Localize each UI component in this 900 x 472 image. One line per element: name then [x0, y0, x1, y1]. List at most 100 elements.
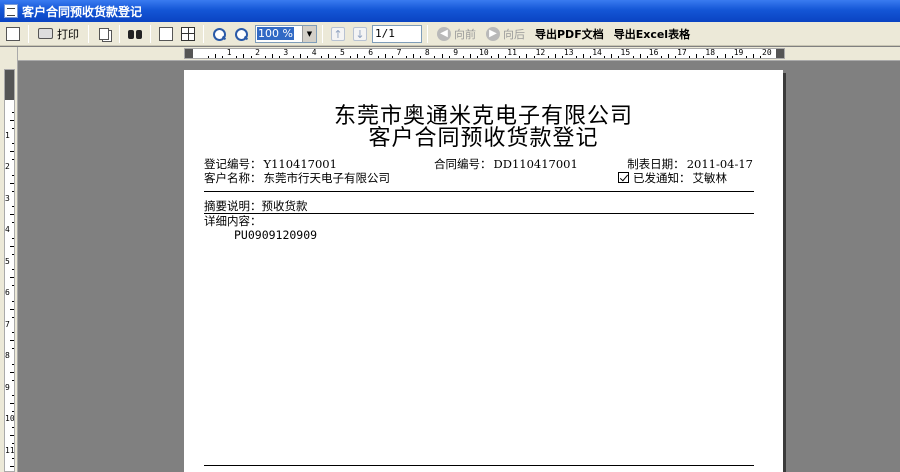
toolbar-separator — [322, 24, 323, 43]
ruler-number: 2 — [255, 48, 260, 57]
report-page: 东莞市奥通米克电子有限公司 客户合同预收货款登记 登记编号： Y110417001… — [184, 70, 783, 472]
ruler-tick — [731, 56, 733, 58]
page-setup-icon — [6, 26, 20, 41]
ruler-tick — [434, 56, 436, 58]
ruler-tick — [696, 54, 698, 58]
ruler-tick — [392, 56, 394, 58]
app-icon — [4, 4, 18, 18]
next-label: 向后 — [503, 27, 525, 41]
customer-label: 客户名称： — [204, 171, 262, 185]
first-page-button[interactable]: ↑ — [328, 24, 348, 44]
page-setup-button[interactable] — [3, 24, 23, 44]
ruler-tick — [12, 143, 14, 145]
ruler-tick — [575, 56, 577, 58]
ruler-tick — [292, 56, 294, 58]
ruler-number: 3 — [283, 48, 289, 57]
ruler-number: 18 — [705, 48, 716, 57]
ruler-tick — [745, 56, 747, 58]
last-page-button[interactable]: ↓ — [350, 24, 370, 44]
detail-label: 详细内容： — [204, 214, 262, 228]
date-label: 制表日期： — [627, 157, 685, 171]
ruler-tick — [604, 56, 606, 58]
ruler-tick — [307, 56, 309, 58]
multi-page-button[interactable] — [178, 24, 198, 44]
register-no-label: 登记编号： — [204, 157, 262, 171]
ruler-tick — [12, 190, 14, 192]
ruler-tick — [646, 56, 648, 58]
binoculars-icon — [127, 28, 143, 40]
ruler-tick — [12, 332, 14, 334]
ruler-tick — [356, 54, 358, 58]
page-input[interactable]: 1/1 — [372, 24, 422, 43]
prev-page-button[interactable]: ◀ 向前 — [433, 24, 480, 44]
ruler-tick — [12, 316, 14, 318]
zoom-out-button[interactable] — [209, 24, 229, 44]
customer-field: 客户名称： 东莞市行天电子有限公司 — [204, 170, 390, 186]
ruler-tick — [10, 277, 14, 279]
export-excel-button[interactable]: 导出Excel表格 — [610, 24, 694, 44]
summary-value: 预收货款 — [261, 199, 308, 213]
ruler-right-margin-marker[interactable] — [776, 49, 784, 58]
print-button[interactable]: 打印 — [34, 24, 83, 44]
toolbar-separator — [119, 24, 120, 43]
summary-field: 摘要说明：预收货款 — [204, 198, 308, 214]
notified-field: 已发通知： 艾敏林 — [618, 170, 727, 186]
ruler-tick — [271, 54, 273, 58]
ruler-tick — [12, 379, 14, 381]
ruler-tick — [321, 56, 323, 58]
ruler-tick — [533, 56, 535, 58]
customer-value: 东莞市行天电子有限公司 — [263, 171, 391, 185]
horizontal-ruler: 1 2 3 4 5 6 7 8 9 10 11 12 13 14 15 16 17 18 19 20 — [0, 47, 900, 61]
ruler-tick — [476, 56, 478, 58]
ruler-tick — [717, 56, 719, 58]
ruler-tick — [590, 56, 592, 58]
ruler-tick — [12, 127, 14, 129]
ruler-tick — [420, 56, 422, 58]
ruler-tick — [12, 174, 14, 176]
ruler-tick — [469, 54, 471, 58]
ruler-tick — [300, 54, 302, 58]
notified-person: 艾敏林 — [692, 171, 728, 185]
zoom-select[interactable]: 100 % ▼ — [255, 24, 317, 43]
ruler-tick — [250, 56, 252, 58]
ruler-number: 11 — [5, 445, 15, 455]
ruler-corner — [0, 47, 18, 61]
find-button[interactable] — [125, 24, 145, 44]
ruler-tick — [10, 403, 14, 405]
chevron-down-icon[interactable]: ▼ — [302, 25, 316, 42]
arrow-up-icon: ↑ — [331, 26, 345, 41]
ruler-number: 11 — [507, 48, 517, 57]
single-page-button[interactable] — [156, 24, 176, 44]
ruler-tick — [703, 56, 705, 58]
horizontal-ruler-track: 1 2 3 4 5 6 7 8 9 10 11 12 13 14 15 16 17 18 19 20 — [184, 48, 785, 59]
zoom-in-button[interactable] — [231, 24, 251, 44]
export-pdf-button[interactable]: 导出PDF文档 — [531, 24, 608, 44]
ruler-left-margin-marker[interactable] — [185, 49, 193, 58]
copy-button[interactable] — [94, 24, 114, 44]
ruler-top-margin-marker[interactable] — [5, 70, 14, 100]
ruler-tick — [498, 54, 500, 58]
ruler-tick — [215, 54, 217, 58]
zoom-in-icon — [234, 27, 248, 41]
ruler-number: 1 — [5, 130, 10, 140]
ruler-tick — [12, 395, 14, 397]
footer-divider — [204, 465, 754, 466]
ruler-tick — [377, 56, 379, 58]
ruler-tick — [724, 54, 726, 58]
ruler-number: 10 — [5, 414, 15, 423]
ruler-tick — [526, 54, 528, 58]
toolbar: 打印 100 % ▼ ↑ ↓ 1/1 ◀ 向前 ▶ 向后 导出PDF文档 导出E… — [0, 22, 900, 46]
ruler-number: 9 — [5, 382, 10, 392]
ruler-tick — [10, 308, 14, 310]
ruler-number: 17 — [677, 48, 687, 57]
ruler-tick — [611, 54, 613, 58]
ruler-tick — [689, 56, 691, 58]
ruler-tick — [632, 56, 634, 58]
ruler-tick — [222, 56, 224, 58]
ruler-tick — [12, 206, 14, 208]
ruler-tick — [583, 54, 585, 58]
ruler-number: 4 — [311, 48, 317, 57]
copy-icon — [99, 27, 109, 40]
summary-divider — [204, 213, 754, 214]
next-page-button[interactable]: ▶ 向后 — [482, 24, 529, 44]
